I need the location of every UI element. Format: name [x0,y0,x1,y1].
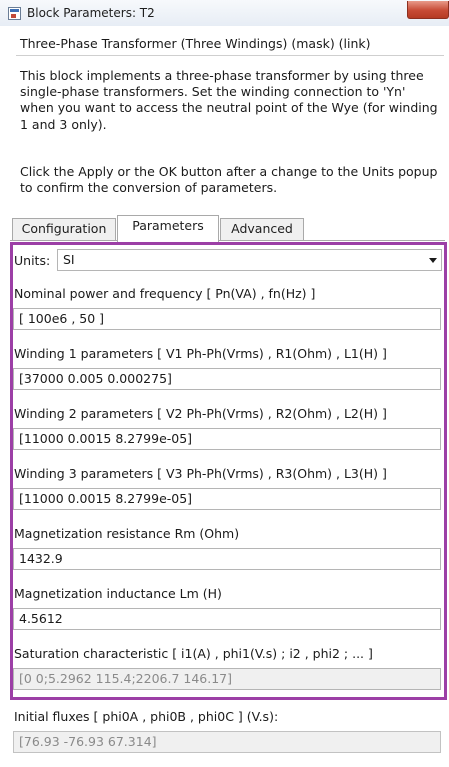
winding-1-label: Winding 1 parameters [ V1 Ph-Ph(Vrms) , … [14,346,387,361]
magnetization-inductance-field[interactable]: 4.5612 [13,608,441,630]
nominal-power-field[interactable]: [ 100e6 , 50 ] [13,308,441,330]
mask-description: This block implements a three-phase tran… [20,68,444,133]
simulink-block-icon [8,7,21,20]
mask-title: Three-Phase Transformer (Three Windings)… [20,36,371,51]
magnetization-resistance-label: Magnetization resistance Rm (Ohm) [14,526,240,541]
saturation-characteristic-field: [0 0;5.2962 115.4;2206.7 146.17] [13,668,441,690]
description-line: This block implements a three-phase tran… [20,68,424,83]
tab-parameters[interactable]: Parameters [117,215,219,242]
magnetization-inductance-label: Magnetization inductance Lm (H) [14,586,222,601]
tab-configuration[interactable]: Configuration [12,218,116,240]
group-divider [16,55,444,57]
apply-note: Click the Apply or the OK button after a… [20,164,444,196]
units-select[interactable]: SI [57,249,442,271]
chevron-down-icon [429,258,437,263]
units-label: Units: [14,253,51,268]
winding-2-label: Winding 2 parameters [ V2 Ph-Ph(Vrms) , … [14,406,387,421]
saturation-characteristic-label: Saturation characteristic [ i1(A) , phi1… [14,646,373,661]
magnetization-resistance-field[interactable]: 1432.9 [13,548,441,570]
description-line: 1 and 3 only). [20,116,107,132]
tab-advanced[interactable]: Advanced [220,218,304,240]
nominal-power-label: Nominal power and frequency [ Pn(VA) , f… [14,286,316,301]
description-line: single-phase transformers. Set the windi… [20,84,406,100]
note-line: Click the Apply or the OK button after a… [20,164,438,179]
window-title: Block Parameters: T2 [27,6,155,20]
units-value: SI [63,252,75,267]
initial-fluxes-field: [76.93 -76.93 67.314] [13,731,441,753]
description-line: when you want to access the neutral poin… [20,100,438,116]
close-button[interactable] [407,1,449,19]
winding-3-label: Winding 3 parameters [ V3 Ph-Ph(Vrms) , … [14,466,387,481]
note-line: to confirm the conversion of parameters. [20,180,278,196]
winding-1-field[interactable]: [37000 0.005 0.000275] [13,368,441,390]
winding-2-field[interactable]: [11000 0.0015 8.2799e-05] [13,428,441,450]
winding-3-field[interactable]: [11000 0.0015 8.2799e-05] [13,488,441,510]
title-bar: Block Parameters: T2 [0,0,449,26]
initial-fluxes-label: Initial fluxes [ phi0A , phi0B , phi0C ]… [14,709,279,724]
tab-body-border [10,240,445,241]
